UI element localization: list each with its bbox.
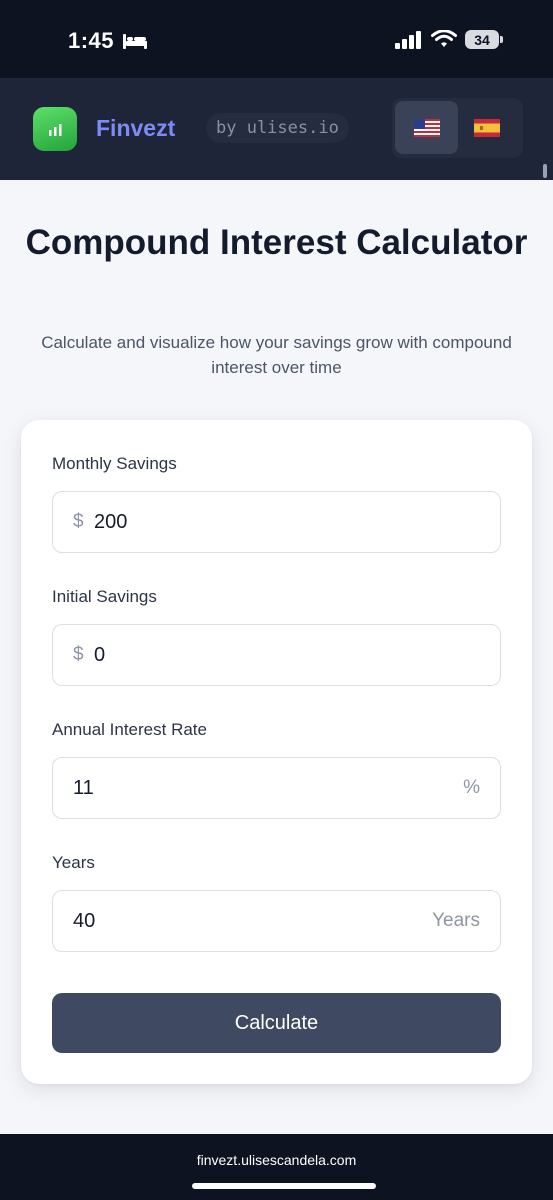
years-field[interactable]: 40 Years bbox=[52, 890, 501, 952]
years-value[interactable]: 40 bbox=[73, 891, 95, 951]
calculator-form: Monthly Savings $ 200 Initial Savings $ … bbox=[21, 420, 532, 1084]
clock-text: 1:45 bbox=[68, 28, 115, 53]
signal-icon bbox=[395, 30, 421, 49]
percent-suffix: % bbox=[463, 777, 480, 798]
us-flag-icon bbox=[413, 118, 440, 137]
es-flag-icon bbox=[473, 118, 500, 137]
page-subtitle: Calculate and visualize how your savings… bbox=[41, 333, 512, 377]
years-label: Years bbox=[52, 853, 95, 872]
initial-savings-field[interactable]: $ 0 bbox=[52, 624, 501, 686]
monthly-savings-value[interactable]: 200 bbox=[94, 492, 127, 552]
status-bar: 1:45 34 bbox=[0, 0, 553, 78]
url-bar[interactable]: finvezt.ulisescandela.com bbox=[0, 1152, 553, 1168]
page-title: Compound Interest Calculator bbox=[25, 223, 528, 262]
interest-rate-label: Annual Interest Rate bbox=[52, 720, 207, 739]
scrollbar[interactable] bbox=[543, 164, 547, 178]
bed-icon bbox=[123, 34, 148, 49]
browser-bottom-bar: finvezt.ulisescandela.com bbox=[0, 1134, 553, 1200]
monthly-savings-label: Monthly Savings bbox=[52, 454, 177, 473]
status-time: 1:45 bbox=[68, 28, 148, 54]
language-en-button[interactable] bbox=[395, 101, 458, 154]
language-switcher bbox=[392, 98, 523, 158]
app-header: Finvezt by ulises.io bbox=[0, 78, 553, 180]
status-indicators: 34 bbox=[395, 30, 503, 49]
interest-rate-field[interactable]: 11 % bbox=[52, 757, 501, 819]
wifi-icon bbox=[431, 30, 457, 47]
initial-savings-value[interactable]: 0 bbox=[94, 625, 105, 685]
monthly-savings-field[interactable]: $ 200 bbox=[52, 491, 501, 553]
byline-badge[interactable]: by ulises.io bbox=[206, 113, 349, 143]
language-es-button[interactable] bbox=[455, 101, 518, 154]
years-suffix: Years bbox=[432, 910, 480, 931]
battery-level: 34 bbox=[465, 30, 499, 49]
dollar-prefix: $ bbox=[73, 644, 84, 665]
initial-savings-label: Initial Savings bbox=[52, 587, 157, 606]
interest-rate-value[interactable]: 11 bbox=[73, 758, 94, 818]
calculate-button[interactable]: Calculate bbox=[52, 993, 501, 1053]
logo-chart-icon[interactable] bbox=[33, 107, 77, 151]
brand-name[interactable]: Finvezt bbox=[96, 115, 175, 142]
battery-icon: 34 bbox=[465, 30, 503, 49]
dollar-prefix: $ bbox=[73, 511, 84, 532]
home-indicator[interactable] bbox=[192, 1183, 376, 1189]
